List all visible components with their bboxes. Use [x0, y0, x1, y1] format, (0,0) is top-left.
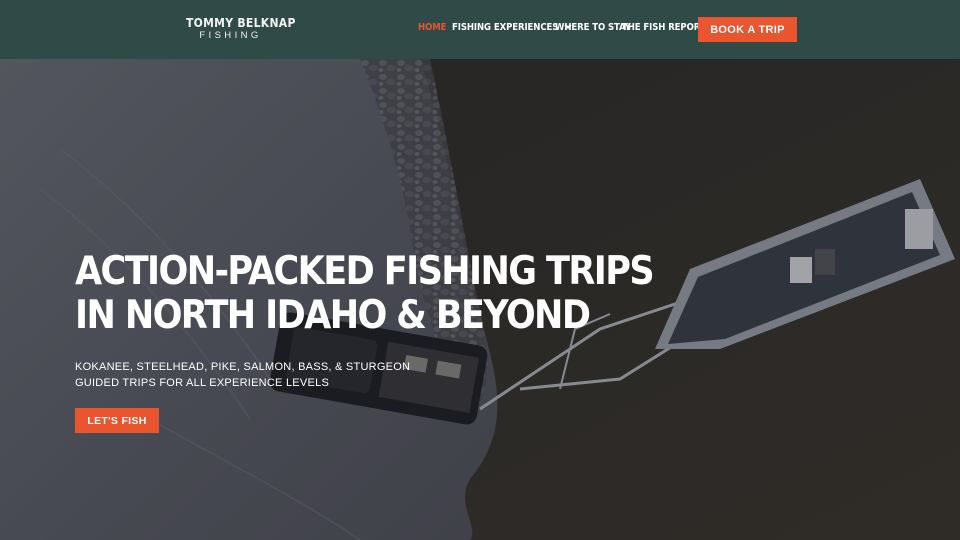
nav-the-fish-report[interactable]: THE FISH REPORT [622, 22, 706, 33]
book-a-trip-button[interactable]: BOOK A TRIP [698, 17, 797, 42]
hero-subheadline: KOKANEE, STEELHEAD, PIKE, SALMON, BASS, … [75, 361, 411, 389]
logo-title: TOMMY BELKNAP [186, 16, 296, 30]
hero-headline: ACTION-PACKED FISHING TRIPS IN NORTH IDA… [75, 249, 655, 338]
nav-home[interactable]: HOME [418, 22, 446, 33]
site-header: TOMMY BELKNAP FISHING HOME FISHING EXPER… [0, 0, 960, 59]
nav-where-to-stay[interactable]: WHERE TO STAY [555, 22, 631, 33]
nav-fishing-experiences-label: FISHING EXPERIENCES [452, 22, 559, 33]
lets-fish-button[interactable]: LET'S FISH [75, 408, 159, 433]
hero-section: ACTION-PACKED FISHING TRIPS IN NORTH IDA… [0, 59, 960, 540]
site-logo[interactable]: TOMMY BELKNAP FISHING [186, 16, 296, 41]
logo-subtitle: FISHING [199, 30, 262, 41]
